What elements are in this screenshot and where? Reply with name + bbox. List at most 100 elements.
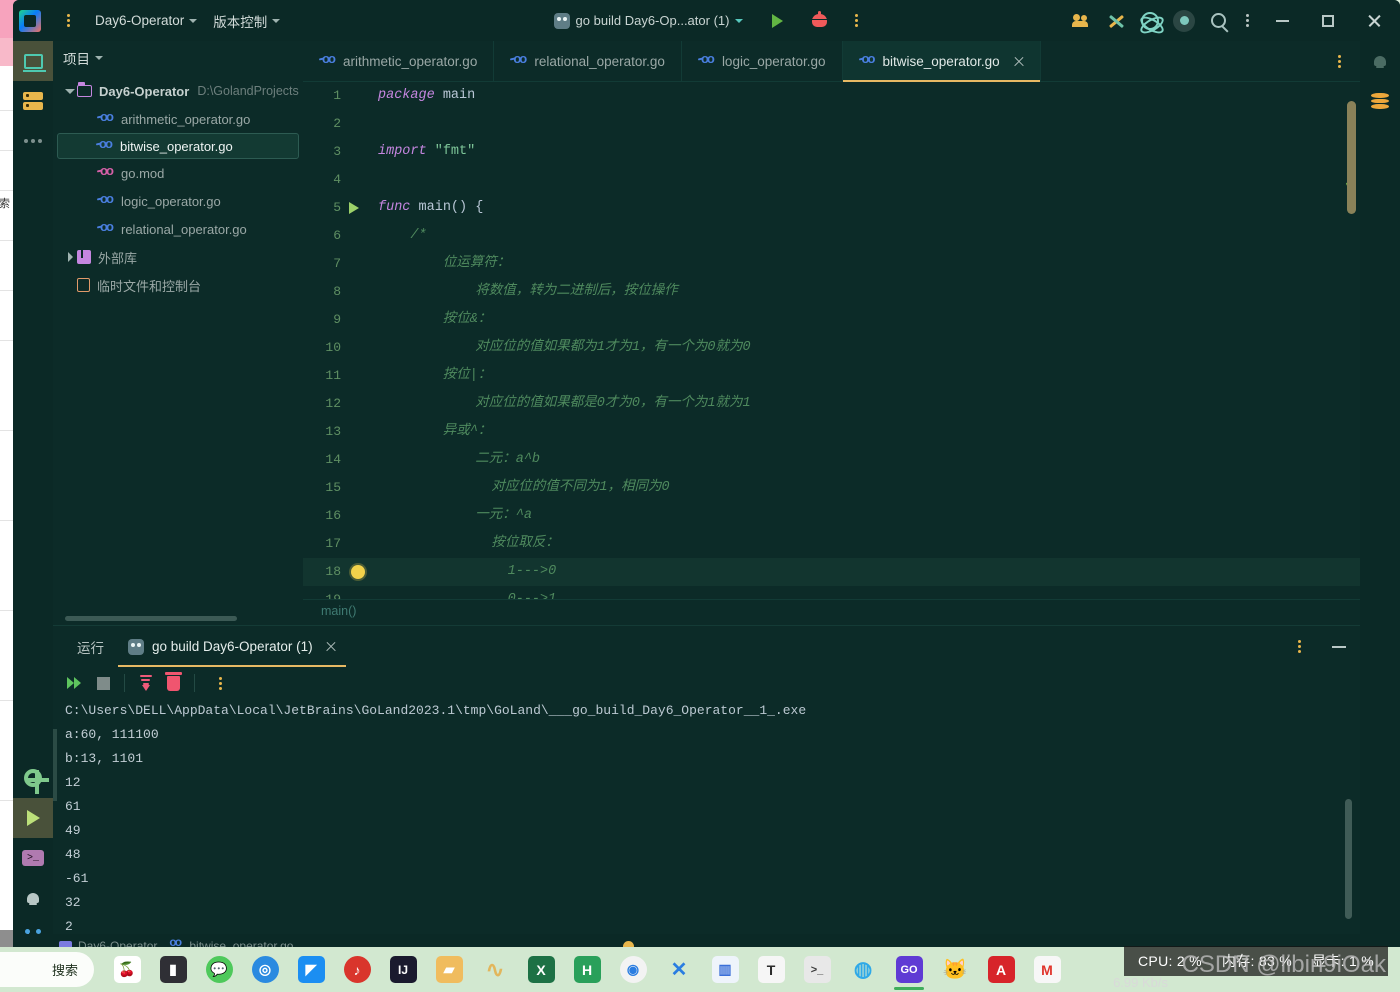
vcs-widget[interactable]: 版本控制 xyxy=(205,8,288,34)
sidebar-item-database[interactable] xyxy=(1360,81,1400,121)
taskbar-app-typora[interactable]: T xyxy=(748,947,794,992)
sidebar-item-terminal[interactable]: >_ xyxy=(13,838,53,878)
sidebar-item-settings[interactable] xyxy=(13,758,53,798)
intention-bulb-icon[interactable] xyxy=(351,565,365,579)
more-options-icon[interactable] xyxy=(1236,10,1258,32)
sidebar-item-run[interactable] xyxy=(13,798,53,838)
run-icon xyxy=(771,13,783,28)
stop-icon[interactable] xyxy=(97,676,110,690)
close-tab-icon[interactable] xyxy=(1013,56,1024,67)
sidebar-item-problems[interactable] xyxy=(13,878,53,918)
editor-tab[interactable]: arithmetic_operator.go xyxy=(303,41,495,81)
breadcrumb[interactable]: main() xyxy=(303,599,1360,621)
editor-tab-active[interactable]: bitwise_operator.go xyxy=(842,41,1041,82)
more-options-icon[interactable] xyxy=(209,672,231,694)
hide-tool-window-icon[interactable] xyxy=(1332,645,1346,648)
run-options-icon[interactable] xyxy=(1288,636,1310,658)
record-button[interactable] xyxy=(1168,5,1200,37)
console-vertical-scrollbar[interactable] xyxy=(1345,799,1352,919)
editor-vertical-scrollbar[interactable] xyxy=(1347,101,1356,214)
taskbar-app-vscode[interactable]: ✕ xyxy=(656,947,702,992)
run-session-tab[interactable]: go build Day6-Operator (1) xyxy=(118,626,346,667)
sidebar-item-notifications[interactable] xyxy=(1360,41,1400,81)
tree-item-root[interactable]: Day6-Operator D:\GolandProjects xyxy=(53,77,303,105)
tree-item-scratches[interactable]: 临时文件和控制台 xyxy=(53,271,303,299)
taskbar-app-excel[interactable]: X xyxy=(518,947,564,992)
tree-item-file[interactable]: go.mod xyxy=(53,159,303,187)
taskbar-app-cat[interactable]: 🐱 xyxy=(932,947,978,992)
project-selector[interactable]: Day6-Operator xyxy=(87,10,205,31)
tab-options-icon[interactable] xyxy=(1328,50,1350,72)
taskbar-app-acrobat[interactable]: A xyxy=(978,947,1024,992)
line-number: 2 xyxy=(333,116,341,131)
ai-assistant-button[interactable] xyxy=(1134,5,1166,37)
close-icon xyxy=(1367,14,1381,28)
more-run-actions-icon[interactable] xyxy=(845,10,867,32)
taskbar-app-chrome[interactable]: ◉ xyxy=(610,947,656,992)
sidebar-item-project[interactable] xyxy=(13,41,53,81)
chevron-right-icon xyxy=(67,252,73,262)
project-tree-horizontal-scrollbar[interactable] xyxy=(65,616,237,621)
tree-expand-toggle[interactable] xyxy=(63,252,77,262)
clear-output-icon[interactable] xyxy=(165,671,182,691)
sidebar-item-structure[interactable] xyxy=(13,81,53,121)
taskbar-app-wps[interactable]: ∿ xyxy=(472,947,518,992)
minimize-button[interactable] xyxy=(1260,0,1304,41)
taskbar-app-pomelo[interactable]: 🍒 xyxy=(104,947,150,992)
close-button[interactable] xyxy=(1352,0,1396,41)
taskbar-app-drop[interactable]: ◍ xyxy=(840,947,886,992)
taskbar-app-explorer[interactable]: ▮ xyxy=(150,947,196,992)
rerun-icon[interactable] xyxy=(67,677,83,689)
chevron-down-icon xyxy=(272,18,281,23)
taskbar-app-icon: ◍ xyxy=(853,958,873,981)
taskbar-app-m[interactable]: M xyxy=(1024,947,1070,992)
taskbar-app-icon: M xyxy=(1033,956,1061,983)
project-panel-header[interactable]: 项目 xyxy=(53,41,303,75)
taskbar-app-dingtalk[interactable]: ◤ xyxy=(288,947,334,992)
editor-tab[interactable]: relational_operator.go xyxy=(494,41,682,81)
taskbar-app-goland[interactable]: GO xyxy=(886,947,932,992)
tree-item-file[interactable]: arithmetic_operator.go xyxy=(53,105,303,133)
tree-item-file[interactable]: relational_operator.go xyxy=(53,215,303,243)
taskbar-app-intellij[interactable]: IJ xyxy=(380,947,426,992)
tree-item-external-libraries[interactable]: 外部库 xyxy=(53,243,303,271)
taskbar-search[interactable]: 搜索 xyxy=(0,952,94,987)
search-everywhere-button[interactable] xyxy=(1202,5,1234,37)
run-gutter-icon[interactable] xyxy=(349,202,359,214)
debug-button[interactable] xyxy=(803,5,835,37)
maximize-button[interactable] xyxy=(1306,0,1350,41)
scroll-to-end-icon[interactable] xyxy=(139,675,153,691)
tree-item-file[interactable]: logic_operator.go xyxy=(53,187,303,215)
console-gutter-mark xyxy=(53,729,57,801)
taskbar-app-wechat[interactable]: 💬 xyxy=(196,947,242,992)
sidebar-item-more[interactable] xyxy=(13,121,53,161)
notifications-bell-icon xyxy=(1372,53,1388,69)
console-output[interactable]: C:\Users\DELL\AppData\Local\JetBrains\Go… xyxy=(53,699,1360,958)
main-menu-icon[interactable] xyxy=(57,10,79,32)
editor-gutter[interactable]: 1 2 3 4 5 6 7 8 9 10 11 12 13 14 15 16 1 xyxy=(303,82,368,621)
code-text[interactable]: package main import "fmt" func main() { … xyxy=(368,82,1342,621)
code-line: 按位取反： xyxy=(378,536,559,551)
tools-button[interactable] xyxy=(1100,5,1132,37)
taskbar-app-huawei[interactable]: H xyxy=(564,947,610,992)
editor-tab[interactable]: logic_operator.go xyxy=(682,41,843,81)
goland-logo-icon[interactable] xyxy=(19,9,41,32)
run-configuration-selector[interactable]: go build Day6-Op...ator (1) xyxy=(546,10,752,32)
taskbar-app-firefox[interactable]: ◎ xyxy=(242,947,288,992)
tree-file-label: bitwise_operator.go xyxy=(120,138,233,154)
run-button[interactable] xyxy=(761,5,793,37)
taskbar-search-label: 搜索 xyxy=(51,963,78,978)
taskbar-app-folder[interactable]: ▰ xyxy=(426,947,472,992)
code-viewport[interactable]: 1 2 3 4 5 6 7 8 9 10 11 12 13 14 15 16 1 xyxy=(303,82,1360,621)
taskbar-app-icon: ▥ xyxy=(711,956,739,983)
taskbar-app-cmder[interactable]: >_ xyxy=(794,947,840,992)
close-session-icon[interactable] xyxy=(325,641,336,652)
tree-item-file-selected[interactable]: bitwise_operator.go xyxy=(57,133,299,159)
taskbar-app-list: 🍒 ▮ 💬 ◎ ◤ ♪ IJ ▰ ∿ X H ◉ ✕ ▥ T >_ ◍ GO 🐱… xyxy=(104,947,1070,992)
folder-icon xyxy=(77,82,92,97)
taskbar-app-monitor[interactable]: ▥ xyxy=(702,947,748,992)
code-with-me-button[interactable] xyxy=(1066,5,1098,37)
chevron-down-icon xyxy=(95,56,103,60)
taskbar-app-music[interactable]: ♪ xyxy=(334,947,380,992)
tree-expand-toggle[interactable] xyxy=(63,88,77,94)
